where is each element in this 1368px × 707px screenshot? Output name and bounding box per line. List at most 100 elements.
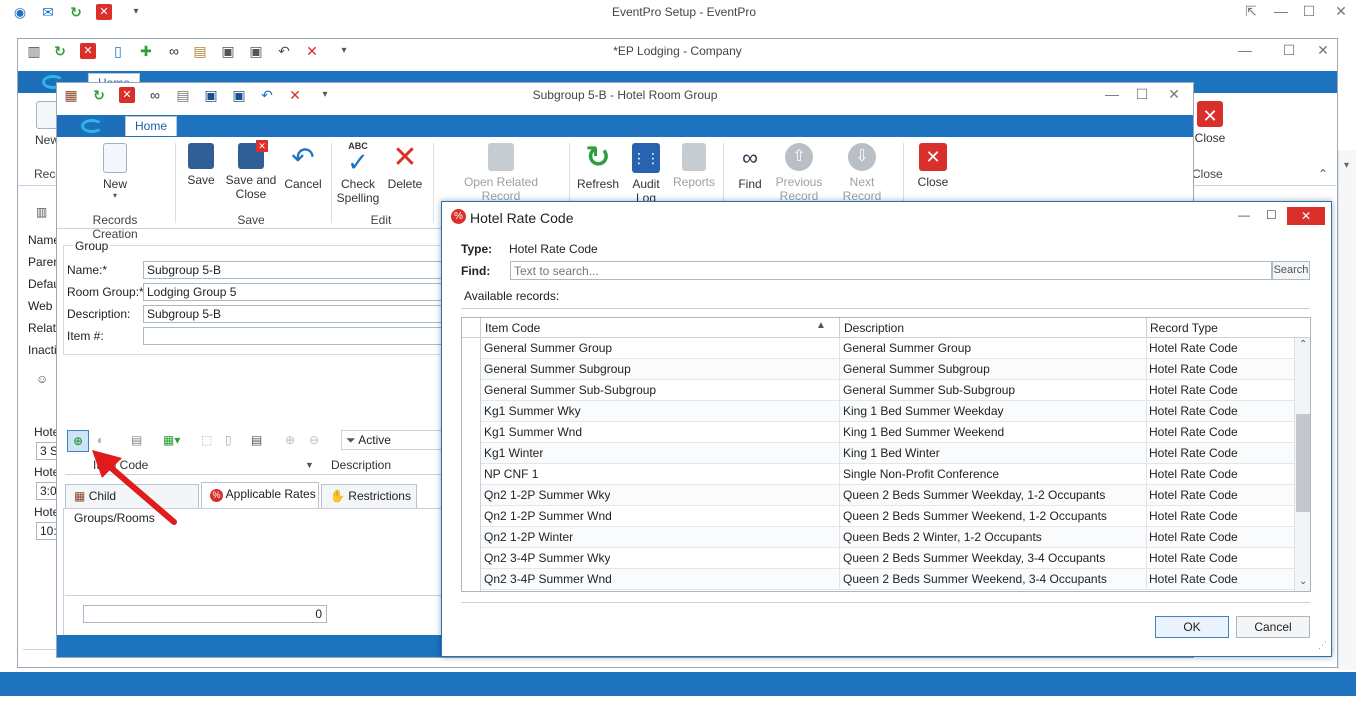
col-item-code[interactable]: Item Code — [485, 321, 540, 335]
cell-desc: Single Non-Profit Conference — [843, 467, 1000, 481]
tab-restrictions[interactable]: ✋ Restrictions — [321, 484, 417, 508]
close-button[interactable]: ✕ Close — [913, 143, 953, 189]
scroll-down-icon[interactable]: ⌄ — [1299, 576, 1307, 587]
minimize-icon[interactable]: — — [1266, 3, 1296, 19]
cancel-button[interactable]: ↶ Cancel — [283, 143, 323, 192]
rates-col-description[interactable]: Description — [331, 455, 391, 475]
name-field[interactable]: Subgroup 5-B — [143, 261, 463, 279]
outer-right-scrollbar[interactable] — [1338, 150, 1356, 670]
list-item[interactable]: Qn2 3-4P Summer Wnd Queen 2 Beds Summer W… — [481, 569, 1294, 590]
group-section-title: Group — [73, 239, 111, 253]
columns-icon[interactable]: ▤ — [251, 433, 262, 447]
room-group-app-menu[interactable] — [57, 115, 125, 137]
maximize-icon[interactable]: ☐ — [1274, 42, 1304, 59]
maximize-icon[interactable]: ☐ — [1127, 86, 1157, 103]
import-icon[interactable]: ▯ — [225, 433, 232, 447]
cancel-button[interactable]: Cancel — [1236, 616, 1310, 638]
outer-scroll-arrow-icon[interactable]: ▾ — [1344, 160, 1349, 171]
list-item[interactable]: Qn2 1-2P Summer Wnd Queen 2 Beds Summer W… — [481, 506, 1294, 527]
company-user-tab-icon[interactable]: ☺ — [36, 372, 48, 386]
room-group-label: Room Group:* — [67, 285, 144, 299]
description-field[interactable]: Subgroup 5-B — [143, 305, 463, 323]
list-item[interactable]: Kg1 Summer Wky King 1 Bed Summer Weekday H… — [481, 401, 1294, 422]
cell-code: Qn2 3-4P Summer Wnd — [484, 572, 612, 586]
move-down-icon[interactable]: ⊖ — [309, 433, 319, 447]
cell-code: Qn2 3-4P Summer Wky — [484, 551, 611, 565]
cell-code: Kg1 Summer Wnd — [484, 425, 583, 439]
dialog-minimize-icon[interactable]: — — [1238, 208, 1250, 222]
audit-log-button[interactable]: ⋮⋮ Audit Log — [627, 143, 665, 205]
company-toolbar-icon[interactable]: ▥ — [36, 205, 47, 219]
cell-desc: Queen 2 Beds Summer Weekday, 1-2 Occupan… — [843, 488, 1106, 502]
save-and-close-button[interactable]: ✕ Save and Close — [225, 140, 277, 201]
save-button[interactable]: Save — [183, 143, 219, 187]
tab-applicable-rates-label: Applicable Rates — [225, 487, 316, 501]
item-number-field[interactable] — [143, 327, 463, 345]
scroll-thumb[interactable] — [1296, 414, 1310, 512]
maximize-icon[interactable]: ☐ — [1294, 3, 1324, 20]
minimize-icon[interactable]: — — [1230, 42, 1260, 58]
outer-titlebar: ◉ ✉ ↻ ✕ ▾ EventPro Setup - EventPro ⇱ — … — [0, 0, 1368, 24]
refresh-icon: ↻ — [585, 141, 611, 174]
list-item[interactable]: Qn2 1-2P Summer Wky Queen 2 Beds Summer W… — [481, 485, 1294, 506]
ok-button[interactable]: OK — [1155, 616, 1229, 638]
tab-applicable-rates[interactable]: % Applicable Rates — [201, 482, 319, 508]
delete-button[interactable]: ✕ Delete — [385, 143, 425, 192]
col-record-type[interactable]: Record Type — [1150, 321, 1218, 335]
list-item[interactable]: Kg1 Summer Wnd King 1 Bed Summer Weekend H… — [481, 422, 1294, 443]
scroll-up-icon[interactable]: ⌃ — [1299, 339, 1307, 350]
list-item[interactable]: Qn2 3-4P Summer Wky Queen 2 Beds Summer W… — [481, 548, 1294, 569]
list-item[interactable]: General Summer Subgroup General Summer Su… — [481, 359, 1294, 380]
cell-desc: General Summer Sub-Subgroup — [843, 383, 1016, 397]
save-group-label: Save — [237, 213, 265, 227]
cell-type: Hotel Rate Code — [1149, 530, 1238, 544]
company-close-button[interactable]: ✕ Close — [1190, 101, 1230, 145]
records-scrollbar[interactable]: ⌃ ⌄ — [1294, 338, 1310, 591]
check-spelling-button[interactable]: ABC ✓ Check Spelling — [335, 141, 381, 205]
open-related-record-button[interactable]: Open Related Record — [461, 143, 541, 203]
available-records-label: Available records: — [464, 289, 560, 303]
outer-title: EventPro Setup - EventPro — [611, 5, 757, 19]
col-description[interactable]: Description — [844, 321, 904, 335]
cell-desc: Queen 2 Beds Summer Weekend, 3-4 Occupan… — [843, 572, 1107, 586]
list-item[interactable]: Kg1 Winter King 1 Bed Winter Hotel Rate Co… — [481, 443, 1294, 464]
pin-icon[interactable]: ⇱ — [1236, 3, 1266, 20]
minimize-icon[interactable]: — — [1097, 86, 1127, 102]
resize-grip-icon[interactable]: ⋰ — [1318, 640, 1327, 651]
outer-status-bar — [0, 672, 1356, 696]
dialog-maximize-icon[interactable]: ☐ — [1266, 208, 1277, 222]
previous-record-button[interactable]: ⇧ Previous Record — [773, 143, 825, 203]
records-creation-label: Records Creation — [92, 213, 138, 241]
reports-button[interactable]: Reports — [671, 143, 717, 189]
list-item[interactable]: General Summer Group General Summer Group… — [481, 338, 1294, 359]
room-group-title: Subgroup 5-B - Hotel Room Group — [532, 88, 718, 102]
refresh-button[interactable]: ↻ Refresh — [575, 141, 621, 192]
close-window-icon[interactable]: ✕ — [1159, 86, 1189, 103]
export-icon[interactable]: ⬚ — [201, 433, 212, 447]
list-item[interactable]: NP CNF 1 Single Non-Profit Conference Hote… — [481, 464, 1294, 485]
search-button[interactable]: Search — [1272, 261, 1310, 280]
find-button[interactable]: ∞ Find — [731, 143, 769, 191]
sort-dropdown-icon[interactable]: ▼ — [305, 455, 314, 475]
close-window-icon[interactable]: ✕ — [1308, 42, 1338, 59]
new-dropdown-icon[interactable]: ▾ — [97, 191, 133, 200]
cell-type: Hotel Rate Code — [1149, 488, 1238, 502]
list-item[interactable]: Qn2 1-2P Winter Queen Beds 2 Winter, 1-2 … — [481, 527, 1294, 548]
close-window-icon[interactable]: ✕ — [1326, 3, 1356, 20]
audit-log-label-1: Audit — [632, 177, 660, 191]
room-group-home-tab[interactable]: Home — [125, 116, 177, 136]
move-up-icon[interactable]: ⊕ — [285, 433, 295, 447]
cell-code: NP CNF 1 — [484, 467, 539, 481]
check-spelling-label-1: Check — [340, 177, 375, 191]
filter-dropdown[interactable]: ⏷ Active — [341, 430, 451, 450]
search-input[interactable] — [510, 261, 1272, 280]
room-group-field[interactable]: Lodging Group 5 — [143, 283, 463, 301]
new-button[interactable]: New ▾ — [97, 143, 133, 200]
save-icon — [188, 143, 214, 169]
ribbon-collapse-icon[interactable]: ⌃ — [1318, 167, 1328, 181]
add-rate-button[interactable]: ⊕ — [67, 430, 89, 452]
next-record-button[interactable]: ⇩ Next Record — [829, 143, 895, 203]
list-item[interactable]: General Summer Sub-Subgroup General Summe… — [481, 380, 1294, 401]
dialog-close-button[interactable]: ✕ — [1287, 207, 1325, 225]
cell-code: Kg1 Winter — [484, 446, 544, 460]
